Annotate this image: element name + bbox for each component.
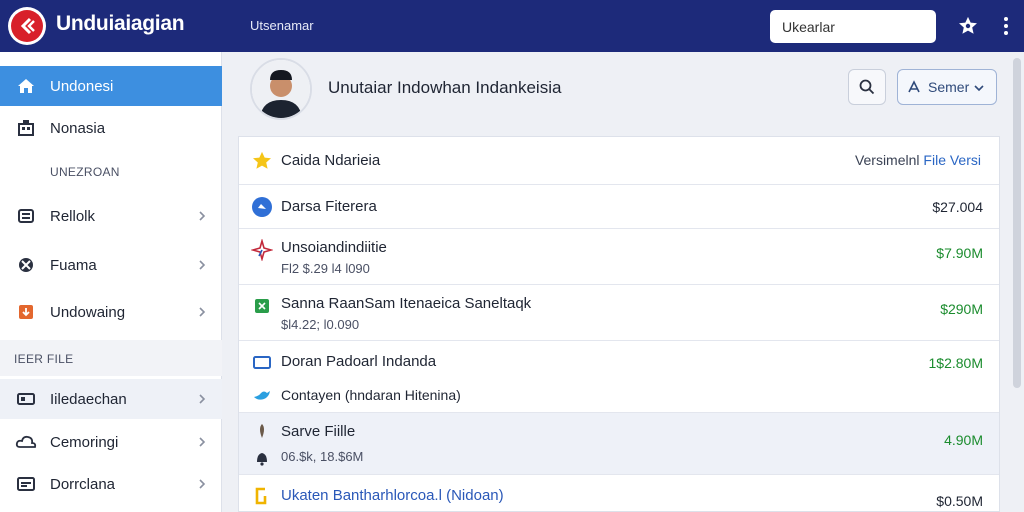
item-title: Sanna RaanSam Itenaeica Saneltaqk — [281, 295, 532, 312]
sidebar-item-label: Cemoringi — [50, 433, 119, 451]
item-amount: $7.90M — [936, 245, 983, 261]
sidebar-section-label: IEER FILE — [14, 352, 74, 366]
chevron-right-icon — [199, 307, 206, 317]
item-amount: $0.50M — [936, 493, 983, 509]
sidebar: Undonesi Nonasia UNEZROAN Rellolk Fuama … — [0, 52, 222, 512]
chevron-right-icon — [199, 211, 206, 221]
version-link[interactable]: Versimelnl File Versi — [855, 152, 981, 168]
list-icon — [14, 204, 38, 228]
sidebar-item-fuama[interactable]: Fuama — [0, 245, 222, 285]
item-title: Doran Padoarl Indanda — [281, 353, 437, 370]
list-item[interactable]: Ukaten Bantharhlorcoa.l (Nidoan) $0.50M — [239, 475, 999, 512]
sidebar-item-label: Dorrclana — [50, 475, 116, 493]
list-item[interactable]: Caida Ndarieia Versimelnl File Versi — [239, 137, 999, 185]
sidebar-item-label: Rellolk — [50, 207, 96, 225]
list-item[interactable]: Sarve Fiille 06.$k, 18.$6M 4.90M — [239, 413, 999, 475]
list-item[interactable]: Darsa Fiterera $27.004 — [239, 185, 999, 229]
pin-icon — [251, 421, 273, 443]
app-logo[interactable] — [8, 7, 46, 45]
chevron-down-icon — [974, 85, 984, 92]
sidebar-item-dorrclana[interactable]: Dorrclana — [0, 464, 222, 504]
logo-mark-icon — [11, 10, 43, 42]
favorites-star-icon[interactable] — [956, 14, 980, 38]
list-item[interactable]: Sanna RaanSam Itenaeica Saneltaqk $l4.22… — [239, 285, 999, 341]
content-list: Caida Ndarieia Versimelnl File Versi Dar… — [238, 136, 1000, 512]
item-subtitle: 06.$k, 18.$6M — [281, 449, 364, 464]
cube-icon — [251, 295, 273, 317]
item-title: Unsoiandindiitie — [281, 239, 387, 256]
item-title: Ukaten Bantharhlorcoa.l (Nidoan) — [281, 487, 504, 504]
item-subtitle: Fl2 $.29 l4 l090 — [281, 261, 370, 276]
chevron-right-icon — [199, 394, 206, 404]
top-header: Unduiaiagian Utsenamar — [0, 0, 1024, 52]
content-header: Unutaiar Indowhan Indankeisia Semer — [238, 58, 1000, 122]
version-accent: File Versi — [923, 152, 981, 168]
bell-icon — [251, 447, 273, 469]
pen-icon — [908, 80, 920, 93]
sidebar-item-cemoringi[interactable]: Cemoringi — [0, 422, 222, 462]
sidebar-item-label: Iiledaechan — [50, 390, 127, 408]
sidebar-item-label: Nonasia — [50, 119, 106, 137]
sidebar-item-label: Fuama — [50, 256, 97, 274]
folder-icon — [14, 472, 38, 496]
circle-badge-icon — [251, 196, 273, 218]
sidebar-item-nonasia[interactable]: Nonasia — [0, 108, 222, 148]
chevron-right-icon — [199, 479, 206, 489]
list-item[interactable]: Unsoiandindiitie Fl2 $.29 l4 l090 $7.90M — [239, 229, 999, 285]
item-amount: $290M — [940, 301, 983, 317]
sidebar-section-label: UNEZROAN — [50, 165, 120, 179]
sidebar-item-undowaing[interactable]: Undowaing — [0, 292, 222, 332]
app-title: Unduiaiagian — [56, 12, 185, 35]
item-title: Sarve Fiille — [281, 423, 356, 440]
bracket-icon — [251, 485, 273, 507]
item-amount: $27.004 — [932, 199, 983, 215]
sidebar-item-label: Undonesi — [50, 77, 114, 95]
tools-icon — [14, 253, 38, 277]
page-title: Unutaiar Indowhan Indankeisia — [328, 78, 562, 97]
header-subtitle[interactable]: Utsenamar — [250, 18, 314, 33]
more-vertical-icon[interactable] — [994, 14, 1018, 38]
item-amount: 1$2.80M — [928, 355, 983, 371]
avatar[interactable] — [250, 58, 312, 120]
dropdown-label: Semer — [928, 79, 970, 95]
chevron-right-icon — [199, 437, 206, 447]
item-subtitle: $l4.22; l0.090 — [281, 317, 360, 332]
home-icon — [14, 74, 38, 98]
search-button[interactable] — [848, 69, 886, 105]
download-icon — [14, 300, 38, 324]
chevron-right-icon — [199, 260, 206, 270]
bird-icon — [251, 385, 273, 407]
item-subtitle: Contayen (hndaran Hitenina) — [281, 387, 461, 403]
screen-icon — [251, 352, 273, 374]
building-icon — [14, 116, 38, 140]
version-prefix: Versimelnl — [854, 152, 920, 168]
item-amount: 4.90M — [944, 432, 983, 448]
scrollbar[interactable] — [1013, 58, 1021, 388]
sidebar-item-iiledaechan[interactable]: Iiledaechan — [0, 379, 222, 419]
star-icon — [251, 150, 273, 172]
item-title: Caida Ndarieia — [281, 152, 381, 169]
sidebar-item-undonesi[interactable]: Undonesi — [0, 66, 222, 106]
item-title: Darsa Fiterera — [281, 198, 377, 215]
list-item[interactable]: Doran Padoarl Indanda Contayen (hndaran … — [239, 341, 999, 413]
monitor-icon — [14, 387, 38, 411]
search-icon — [859, 79, 875, 95]
sparkle-icon — [251, 239, 273, 261]
semer-dropdown[interactable]: Semer — [897, 69, 997, 105]
sidebar-item-rellolk[interactable]: Rellolk — [0, 196, 222, 236]
sidebar-item-label: Undowaing — [50, 303, 126, 321]
cloud-icon — [14, 430, 38, 454]
search-input[interactable] — [770, 10, 936, 43]
